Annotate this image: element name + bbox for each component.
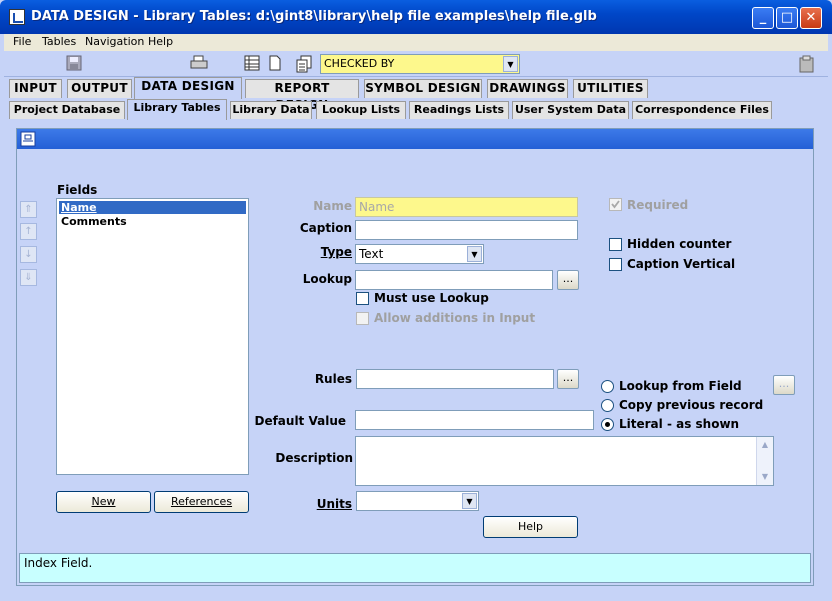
title-bar: DATA DESIGN - Library Tables: d:\gint8\l…	[0, 0, 832, 34]
fields-label: Fields	[57, 183, 98, 197]
rules-field[interactable]	[356, 369, 554, 389]
panel-printer-icon[interactable]	[20, 131, 36, 147]
copy-previous-label: Copy previous record	[619, 398, 764, 412]
app-icon	[9, 9, 25, 25]
menu-help[interactable]: Help	[148, 35, 173, 48]
move-down-icon[interactable]: ↓	[20, 246, 37, 263]
tab-data-design[interactable]: DATA DESIGN	[134, 77, 242, 99]
description-label: Description	[275, 451, 353, 465]
type-select[interactable]: Text ▼	[355, 244, 484, 264]
subtab-readings-lists[interactable]: Readings Lists	[409, 101, 509, 119]
copy-previous-radio[interactable]	[601, 399, 614, 412]
toolbar: CHECKED BY ▼	[4, 51, 828, 77]
references-button[interactable]: References	[154, 491, 249, 513]
default-value-label: Default Value	[254, 414, 346, 428]
print-icon[interactable]	[190, 55, 208, 71]
menu-bar: File Tables Navigation Help	[4, 34, 828, 51]
default-value-field[interactable]	[355, 410, 594, 430]
caption-label: Caption	[299, 221, 352, 235]
name-field[interactable]: Name	[355, 197, 578, 217]
must-use-lookup-checkbox[interactable]	[356, 292, 369, 305]
new-document-icon[interactable]	[267, 55, 283, 71]
subtab-library-tables[interactable]: Library Tables	[127, 99, 227, 120]
table-icon[interactable]	[244, 55, 260, 71]
chevron-down-icon[interactable]: ▼	[462, 493, 477, 509]
move-up-icon[interactable]: ↑	[20, 223, 37, 240]
description-scrollbar[interactable]: ▲ ▼	[756, 437, 773, 485]
clipboard-icon[interactable]	[798, 55, 814, 73]
field-combo[interactable]: CHECKED BY ▼	[320, 54, 520, 74]
type-label: Type	[320, 245, 352, 259]
report-icon[interactable]	[295, 55, 312, 73]
new-button[interactable]: New	[56, 491, 151, 513]
lookup-from-field-radio[interactable]	[601, 380, 614, 393]
scroll-up-icon[interactable]: ▲	[757, 437, 773, 453]
maximize-button[interactable]: □	[776, 7, 798, 29]
minimize-button[interactable]: _	[752, 7, 774, 29]
caption-vertical-checkbox[interactable]	[609, 258, 622, 271]
menu-navigation[interactable]: Navigation	[85, 35, 144, 48]
required-checkbox[interactable]	[609, 198, 622, 211]
allow-additions-label: Allow additions in Input	[374, 311, 536, 325]
lookup-browse-button[interactable]: ...	[557, 270, 579, 290]
tab-symbol-design[interactable]: SYMBOL DESIGN	[364, 79, 482, 98]
help-button[interactable]: Help	[483, 516, 578, 538]
move-bottom-icon[interactable]: ⇓	[20, 269, 37, 286]
name-label: Name	[313, 199, 352, 213]
hidden-counter-checkbox[interactable]	[609, 238, 622, 251]
tab-output[interactable]: OUTPUT	[67, 79, 132, 98]
units-select[interactable]: ▼	[356, 491, 479, 511]
panel-header	[17, 129, 813, 149]
must-use-lookup-label: Must use Lookup	[374, 291, 489, 305]
tab-utilities[interactable]: UTILITIES	[573, 79, 648, 98]
subtab-user-system-data[interactable]: User System Data	[512, 101, 629, 119]
field-combo-value: CHECKED BY	[324, 57, 395, 70]
literal-radio[interactable]	[601, 418, 614, 431]
rules-label: Rules	[314, 372, 352, 386]
list-item[interactable]: Name	[59, 201, 246, 214]
lookup-from-field-label: Lookup from Field	[619, 379, 742, 393]
subtab-project-database[interactable]: Project Database	[9, 101, 125, 119]
subtab-library-data[interactable]: Library Data	[230, 101, 312, 119]
save-icon[interactable]	[66, 55, 82, 71]
subtab-correspondence-files[interactable]: Correspondence Files	[632, 101, 772, 119]
caption-field[interactable]	[355, 220, 578, 240]
hidden-counter-label: Hidden counter	[627, 237, 732, 251]
rules-browse-button[interactable]: ...	[557, 369, 579, 389]
scroll-down-icon[interactable]: ▼	[757, 469, 773, 485]
units-label: Units	[316, 497, 352, 511]
chevron-down-icon[interactable]: ▼	[467, 246, 482, 262]
close-button[interactable]: ✕	[800, 7, 822, 29]
chevron-down-icon[interactable]: ▼	[503, 56, 518, 72]
lookup-field[interactable]	[355, 270, 553, 290]
list-item[interactable]: Comments	[61, 215, 127, 228]
tab-input[interactable]: INPUT	[9, 79, 62, 98]
status-bar: Index Field.	[19, 553, 811, 583]
menu-file[interactable]: File	[13, 35, 31, 48]
required-label: Required	[627, 198, 689, 212]
type-select-value: Text	[359, 247, 384, 261]
literal-label: Literal - as shown	[619, 417, 740, 431]
menu-tables[interactable]: Tables	[42, 35, 76, 48]
tab-report-design[interactable]: REPORT DESIGN	[245, 79, 359, 112]
subtab-lookup-lists[interactable]: Lookup Lists	[316, 101, 406, 119]
description-field[interactable]	[355, 436, 774, 486]
tab-drawings[interactable]: DRAWINGS	[487, 79, 568, 98]
fields-list[interactable]: Name Comments	[56, 198, 249, 475]
caption-vertical-label: Caption Vertical	[627, 257, 736, 271]
move-top-icon[interactable]: ⇑	[20, 201, 37, 218]
allow-additions-checkbox[interactable]	[356, 312, 369, 325]
window-title: DATA DESIGN - Library Tables: d:\gint8\l…	[31, 9, 597, 24]
lookup-label: Lookup	[302, 272, 352, 286]
lookup-field-browse-button[interactable]: ...	[773, 375, 795, 395]
